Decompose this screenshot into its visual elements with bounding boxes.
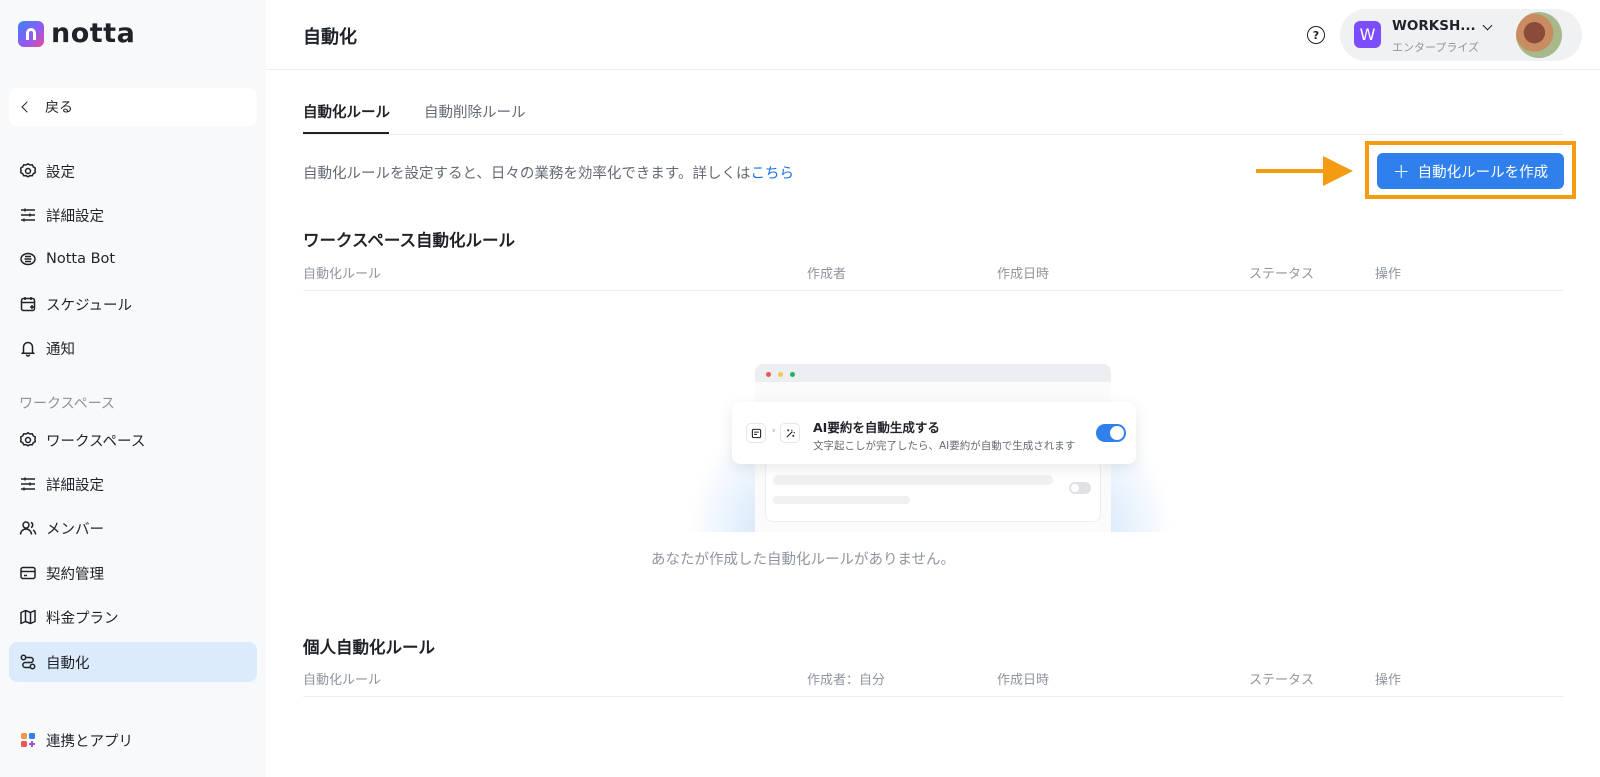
workspace-rules-header: 自動化ルール 作成者 作成日時 ステータス 操作 xyxy=(303,263,1564,291)
sidebar-item-label: 詳細設定 xyxy=(46,208,104,225)
workspace-rules-title: ワークスペース自動化ルール xyxy=(303,231,516,250)
sidebar-item-members[interactable]: メンバー xyxy=(9,508,257,548)
skeleton-line xyxy=(773,475,1053,485)
sidebar-item-workspace[interactable]: ワークスペース xyxy=(9,420,257,460)
transcript-icon xyxy=(746,423,766,443)
calendar-icon xyxy=(19,295,37,313)
plus-icon: + xyxy=(1392,159,1410,183)
personal-rules-title: 個人自動化ルール xyxy=(303,638,435,657)
description-text: 自動化ルールを設定すると、日々の業務を効率化できます。詳しくは xyxy=(303,166,751,182)
gear-icon xyxy=(19,162,37,180)
sidebar-item-notta-bot[interactable]: Notta Bot xyxy=(9,239,257,279)
window-dot-yellow xyxy=(778,372,783,377)
back-label: 戻る xyxy=(45,100,73,116)
tab-bar: 自動化ルール 自動削除ルール xyxy=(303,70,1564,135)
workspace-plan: エンタープライズ xyxy=(1392,41,1480,54)
sidebar: notta 戻る 設定 詳細設定 Notta Bot スケジュール 通知 ワーク… xyxy=(0,0,266,777)
sidebar-item-notifications[interactable]: 通知 xyxy=(9,328,257,368)
sidebar-item-integrations[interactable]: 連携とアプリ xyxy=(9,720,257,760)
column-header: 操作 xyxy=(1375,673,1402,688)
sidebar-item-advanced-settings[interactable]: 詳細設定 xyxy=(9,195,257,235)
gear-icon xyxy=(19,431,37,449)
sidebar-item-label: 自動化 xyxy=(46,655,90,672)
tab-auto-delete-rules[interactable]: 自動削除ルール xyxy=(424,101,526,122)
window-dot-red xyxy=(766,372,771,377)
illustration-window-bar xyxy=(755,364,1111,382)
sidebar-item-automation[interactable]: 自動化 xyxy=(9,642,257,682)
column-header: 作成日時 xyxy=(997,267,1050,282)
empty-state-message: あなたが作成した自動化ルールがありません。 xyxy=(650,552,956,568)
sidebar-item-workspace-advanced[interactable]: 詳細設定 xyxy=(9,464,257,504)
sidebar-item-label: メンバー xyxy=(46,521,104,538)
workspace-badge: W xyxy=(1354,21,1381,48)
example-rule-subtitle: 文字起こしが完了したら、AI要約が自動で生成されます xyxy=(813,440,1076,452)
chevron-left-icon xyxy=(21,101,33,113)
sidebar-item-schedule[interactable]: スケジュール xyxy=(9,284,257,324)
column-header: 作成日時 xyxy=(997,673,1050,688)
sliders-icon xyxy=(19,206,37,224)
example-rule-title: AI要約を自動生成する xyxy=(813,420,940,435)
column-header: ステータス xyxy=(1249,673,1315,688)
tab-automation-rules[interactable]: 自動化ルール xyxy=(303,101,390,122)
placeholder-toggle xyxy=(1069,482,1091,494)
description: 自動化ルールを設定すると、日々の業務を効率化できます。詳しくはこちら xyxy=(303,162,794,183)
sidebar-item-label: スケジュール xyxy=(46,297,132,314)
back-button[interactable]: 戻る xyxy=(9,88,257,126)
bell-icon xyxy=(19,339,37,357)
active-tab-indicator xyxy=(303,132,389,134)
sidebar-item-label: 詳細設定 xyxy=(46,477,104,494)
column-header: 操作 xyxy=(1375,267,1402,282)
example-rule-toggle xyxy=(1096,424,1126,442)
create-button-label: 自動化ルールを作成 xyxy=(1417,164,1549,181)
create-automation-rule-button[interactable]: + 自動化ルールを作成 xyxy=(1377,153,1564,189)
column-header: 作成者：自分 xyxy=(807,673,886,688)
sidebar-item-label: Notta Bot xyxy=(46,251,116,267)
chevron-right-icon: › xyxy=(772,426,776,436)
workspace-section-label: ワークスペース xyxy=(19,396,115,412)
column-header: ステータス xyxy=(1249,267,1315,282)
column-header: 自動化ルール xyxy=(303,267,382,282)
sidebar-item-settings[interactable]: 設定 xyxy=(9,151,257,191)
sliders-icon xyxy=(19,475,37,493)
sidebar-item-label: 設定 xyxy=(46,164,75,181)
column-header: 自動化ルール xyxy=(303,673,382,688)
learn-more-link[interactable]: こちら xyxy=(750,166,794,182)
skeleton-line xyxy=(773,496,910,504)
sidebar-item-label: 連携とアプリ xyxy=(46,733,133,750)
top-header: 自動化 ? W WORKSH... エンタープライズ xyxy=(266,0,1600,70)
example-rule-card: › AI要約を自動生成する 文字起こしが完了したら、AI要約が自動で生成されます xyxy=(732,402,1136,464)
annotation-arrow-shaft xyxy=(1256,169,1328,173)
empty-state-message-wrap: あなたが作成した自動化ルールがありません。 xyxy=(0,548,1600,569)
annotation-arrow-icon xyxy=(1323,156,1353,186)
window-dot-green xyxy=(790,372,795,377)
ai-sparkle-icon xyxy=(780,423,800,443)
avatar[interactable] xyxy=(1516,12,1562,58)
workspace-name: WORKSH... xyxy=(1392,18,1476,34)
automation-icon xyxy=(19,653,37,671)
chevron-down-icon xyxy=(1482,20,1493,31)
brand-name: notta xyxy=(51,18,136,49)
illustration-placeholder-card xyxy=(765,460,1101,522)
apps-icon xyxy=(19,731,37,749)
notta-logo-icon xyxy=(18,21,44,47)
sidebar-item-label: ワークスペース xyxy=(46,433,146,450)
help-icon[interactable]: ? xyxy=(1307,26,1325,44)
column-header: 作成者 xyxy=(807,267,847,282)
sidebar-item-label: 料金プラン xyxy=(46,610,119,627)
page-title: 自動化 xyxy=(303,27,357,48)
bot-icon xyxy=(19,250,37,268)
sidebar-item-pricing[interactable]: 料金プラン xyxy=(9,597,257,637)
empty-state-illustration: › AI要約を自動生成する 文字起こしが完了したら、AI要約が自動で生成されます xyxy=(688,362,1176,532)
sidebar-item-label: 通知 xyxy=(46,341,75,358)
notta-logo[interactable]: notta xyxy=(18,18,136,49)
users-icon xyxy=(19,519,37,537)
map-icon xyxy=(19,608,37,626)
personal-rules-header: 自動化ルール 作成者：自分 作成日時 ステータス 操作 xyxy=(303,669,1564,697)
